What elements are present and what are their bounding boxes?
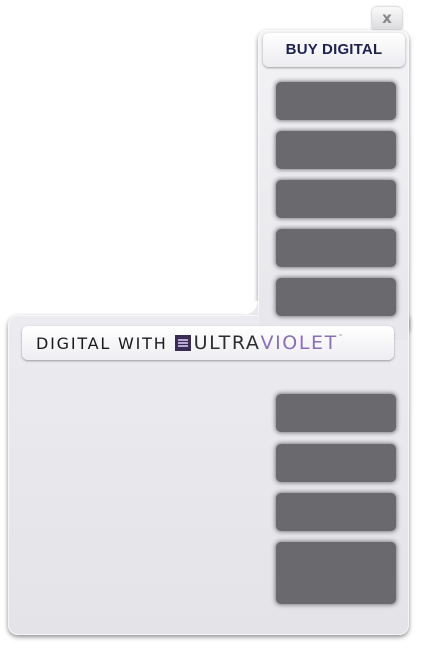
popup-inner-corner (244, 301, 258, 315)
retailer-tile-3[interactable] (276, 180, 396, 218)
close-icon: x (382, 9, 392, 27)
close-button[interactable]: x (372, 7, 402, 29)
retailer-tile-1[interactable] (276, 82, 396, 120)
trademark-mark: ™ (337, 334, 343, 340)
retailer-popup: x BUY DIGITAL DIGITAL WITH ULTRA VIOLET … (0, 0, 421, 651)
ultraviolet-brand-ultra: ULTRA (193, 332, 261, 354)
retailer-tile-5[interactable] (276, 278, 396, 316)
buy-digital-header: BUY DIGITAL (263, 33, 405, 67)
uv-retailer-tile-1[interactable] (276, 394, 396, 432)
ultraviolet-logo-icon (174, 335, 191, 351)
ultraviolet-banner: DIGITAL WITH ULTRA VIOLET ™ (22, 326, 394, 360)
uv-retailer-tile-3[interactable] (276, 493, 396, 531)
buy-digital-label: BUY DIGITAL (285, 41, 383, 58)
retailer-tile-2[interactable] (276, 131, 396, 169)
digital-with-label: DIGITAL WITH (36, 333, 168, 353)
uv-retailer-tile-4[interactable] (276, 542, 396, 604)
ultraviolet-brand-violet: VIOLET (260, 332, 338, 354)
retailer-tile-4[interactable] (276, 229, 396, 267)
uv-retailer-tile-2[interactable] (276, 444, 396, 482)
